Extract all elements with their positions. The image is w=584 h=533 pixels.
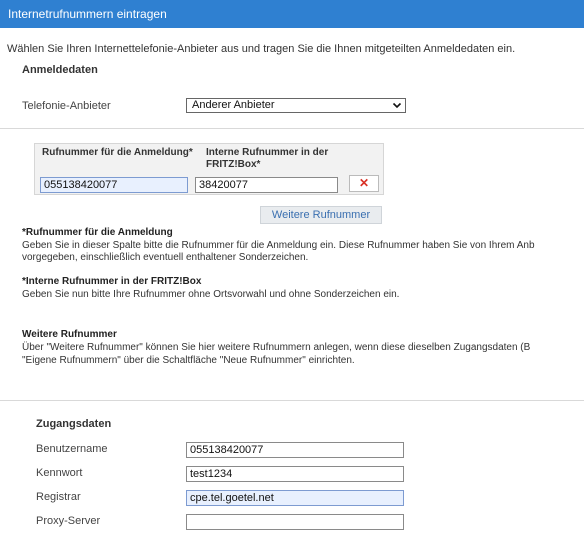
note-internal-number-title: *Interne Rufnummer in der FRITZ!Box — [22, 276, 202, 287]
note-more-number-text: Über "Weitere Rufnummer" können Sie hier… — [22, 342, 531, 353]
login-section-title: Anmeldedaten — [22, 64, 98, 76]
intro-text: Wählen Sie Ihren Internettelefonie-Anbie… — [7, 43, 516, 55]
page-header: Internetrufnummern eintragen — [0, 0, 584, 28]
column-header-internal-number-line1: Interne Rufnummer in der — [206, 147, 329, 158]
column-header-internal-number-line2: FRITZ!Box* — [206, 159, 261, 170]
note-internal-number-text: Geben Sie nun bitte Ihre Rufnummer ohne … — [22, 289, 400, 300]
page-title: Internetrufnummern eintragen — [8, 7, 167, 21]
proxy-label: Proxy-Server — [36, 515, 101, 527]
password-input[interactable]: test1234 — [186, 466, 404, 482]
close-icon: ✕ — [358, 176, 370, 190]
divider — [0, 128, 584, 129]
delete-number-button[interactable]: ✕ — [349, 175, 379, 192]
registrar-label: Registrar — [36, 491, 81, 503]
proxy-input[interactable] — [186, 514, 404, 530]
login-number-input[interactable]: 055138420077 — [40, 177, 188, 193]
internal-number-input[interactable]: 38420077 — [195, 177, 338, 193]
registrar-input[interactable]: cpe.tel.goetel.net — [186, 490, 404, 506]
note-more-number-title: Weitere Rufnummer — [22, 329, 117, 340]
chevron-down-icon — [392, 102, 402, 109]
add-number-button[interactable]: Weitere Rufnummer — [260, 206, 382, 224]
column-header-login-number: Rufnummer für die Anmeldung* — [42, 147, 193, 158]
note-login-number-text: Geben Sie in dieser Spalte bitte die Ruf… — [22, 240, 535, 251]
note-login-number-title: *Rufnummer für die Anmeldung — [22, 227, 173, 238]
provider-select[interactable]: Anderer Anbieter — [186, 98, 406, 113]
access-section-title: Zugangsdaten — [36, 418, 112, 430]
password-label: Kennwort — [36, 467, 83, 479]
username-input[interactable]: 055138420077 — [186, 442, 404, 458]
note-login-number-text-2: vorgegeben, einschließlich eventuell ent… — [22, 252, 309, 263]
username-label: Benutzername — [36, 443, 108, 455]
divider — [0, 400, 584, 401]
provider-label: Telefonie-Anbieter — [22, 100, 111, 112]
provider-select-value: Anderer Anbieter — [192, 99, 275, 111]
note-more-number-text-2: "Eigene Rufnummern" über die Schaltfläch… — [22, 355, 355, 366]
